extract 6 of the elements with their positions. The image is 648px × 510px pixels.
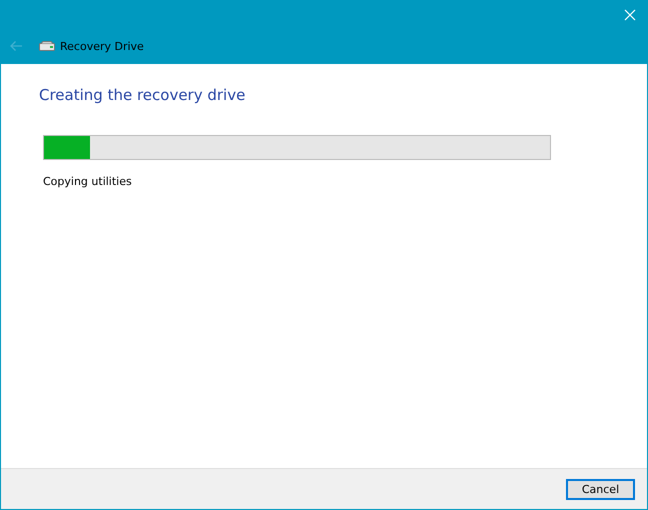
page-heading: Creating the recovery drive [39, 86, 246, 104]
window-title: Recovery Drive [60, 40, 144, 52]
cancel-button[interactable]: Cancel [566, 478, 635, 500]
status-text: Copying utilities [43, 175, 133, 188]
close-icon[interactable] [624, 9, 636, 21]
drive-icon [39, 41, 55, 51]
